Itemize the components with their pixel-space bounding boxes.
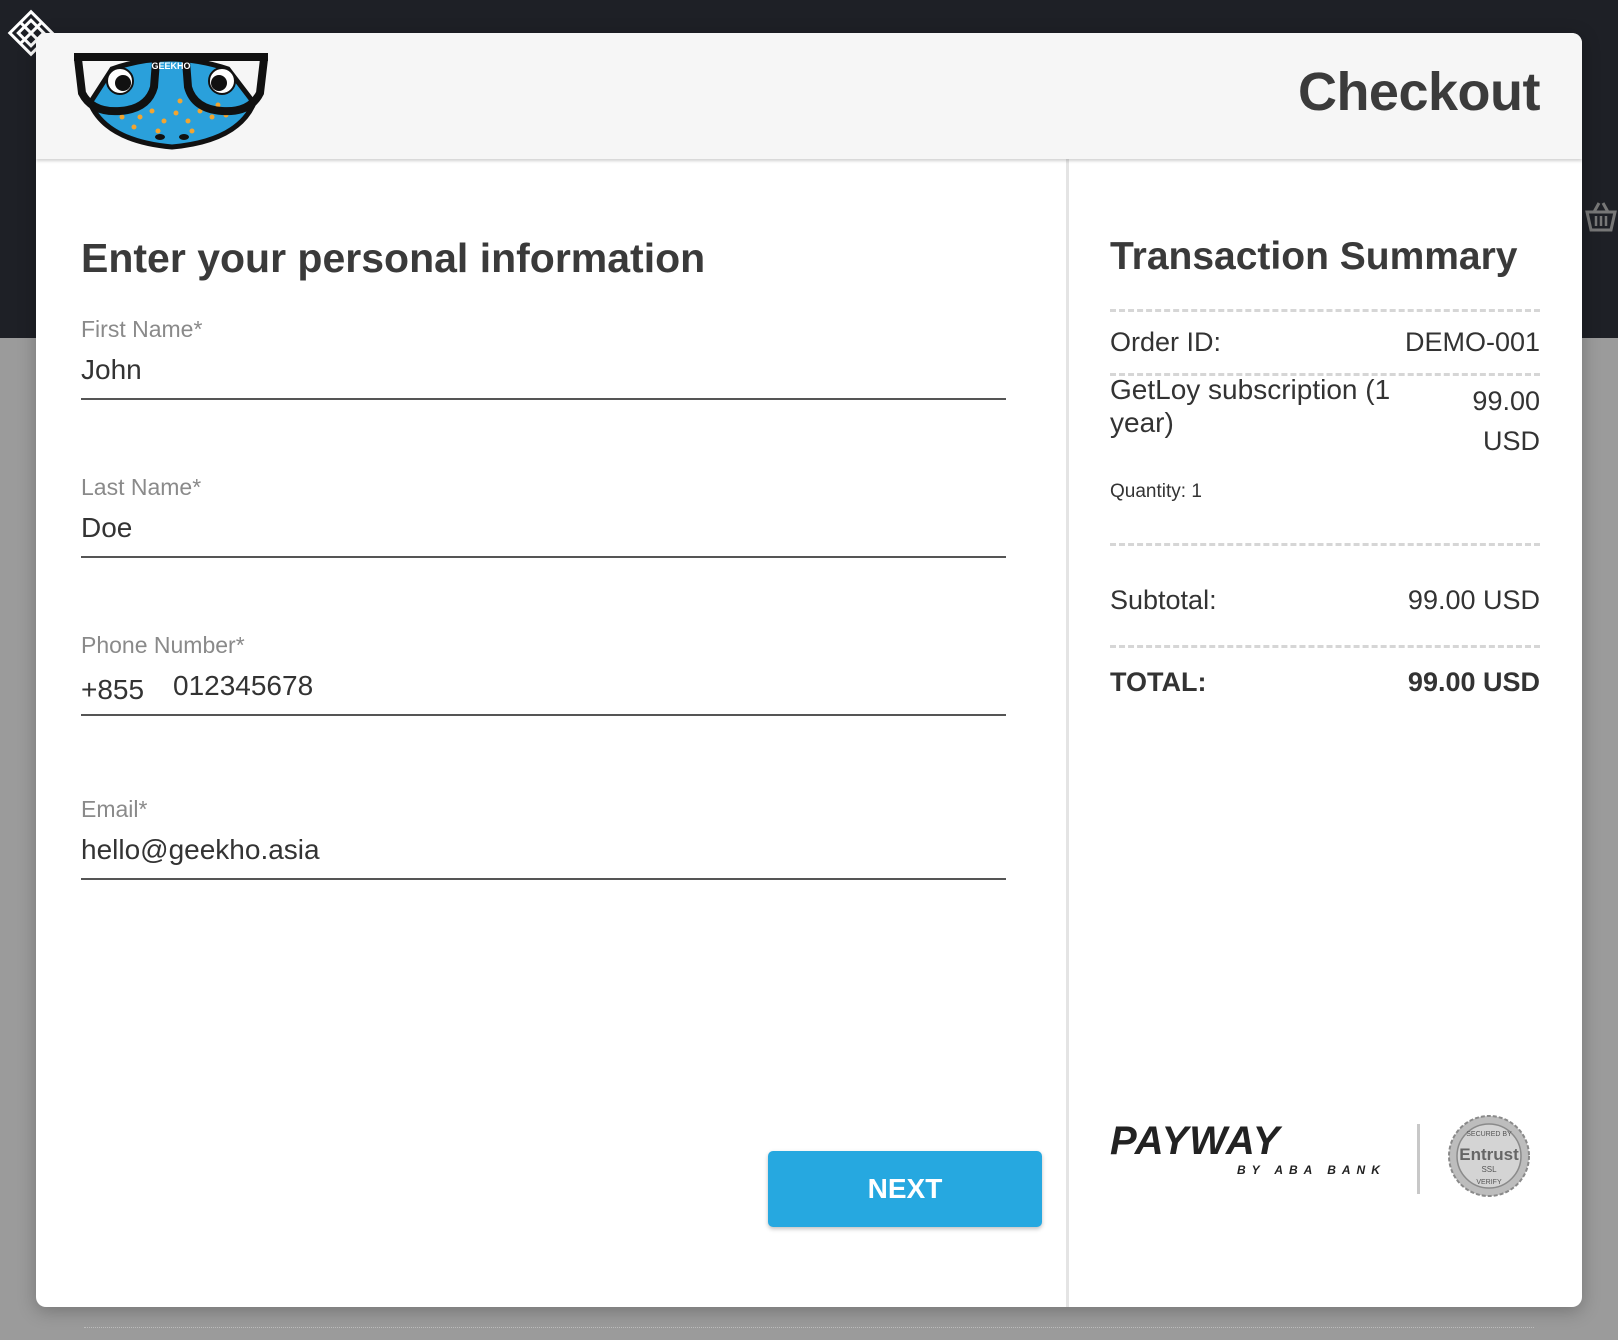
checkout-modal: GEEKHO Checkout Enter your personal info… [36,33,1582,1307]
summary-divider [1110,543,1540,546]
item-price-amount: 99.00 [1472,386,1540,416]
entrust-ssl-seal: SECURED BY Entrust SSL VERIFY [1448,1115,1530,1197]
geekho-logo: GEEKHO [74,53,268,150]
item-quantity: Quantity: 1 [1110,481,1202,502]
subtotal-value: 99.00 USD [1407,585,1540,615]
payway-logo-subtext: BY ABA BANK [1237,1163,1386,1177]
email-field: Email* [81,796,1006,896]
seal-bottom-text: VERIFY [1476,1179,1502,1186]
form-heading: Enter your personal information [81,235,706,281]
brand-divider [1417,1124,1420,1194]
modal-header: GEEKHO Checkout [36,33,1582,159]
order-id-value: DEMO-001 [1404,327,1540,357]
summary-heading: Transaction Summary [1110,235,1518,278]
last-name-label: Last Name* [81,474,202,500]
first-name-field: First Name* [81,316,1006,416]
column-divider [1066,159,1069,1307]
seal-main-text: Entrust [1459,1145,1519,1164]
item-price: 99.00 USD [1440,381,1540,461]
phone-field: Phone Number* +855 [81,632,1006,732]
next-button[interactable]: NEXT [768,1151,1042,1227]
seal-ssl-text: SSL [1481,1165,1497,1174]
last-name-input[interactable] [81,508,1006,558]
logo-text: GEEKHO [151,61,190,71]
checkout-title: Checkout [1297,62,1541,122]
basket-icon[interactable] [1584,200,1618,234]
payway-logo-text: PAYWAY [1110,1119,1283,1163]
total-label: TOTAL: [1110,667,1207,697]
seal-top-text: SECURED BY [1466,1131,1512,1138]
first-name-input[interactable] [81,350,1006,400]
email-label: Email* [81,796,148,822]
item-name: GetLoy subscription (1 year) [1110,374,1391,438]
phone-input[interactable] [173,666,1006,716]
item-price-currency: USD [1482,426,1540,456]
order-id-label: Order ID: [1110,327,1222,357]
summary-divider [1110,309,1540,312]
first-name-label: First Name* [81,316,203,342]
personal-info-form: Enter your personal information First Na… [81,159,1042,1307]
background-divider [84,1327,1534,1328]
country-code-select[interactable]: +855 [81,666,173,716]
subtotal-label: Subtotal: [1110,585,1217,615]
email-input[interactable] [81,830,1006,880]
summary-divider [1110,645,1540,648]
total-value: 99.00 USD [1407,667,1540,697]
payway-logo: PAYWAY BY ABA BANK [1110,1119,1386,1177]
phone-label: Phone Number* [81,632,245,658]
last-name-field: Last Name* [81,474,1006,574]
